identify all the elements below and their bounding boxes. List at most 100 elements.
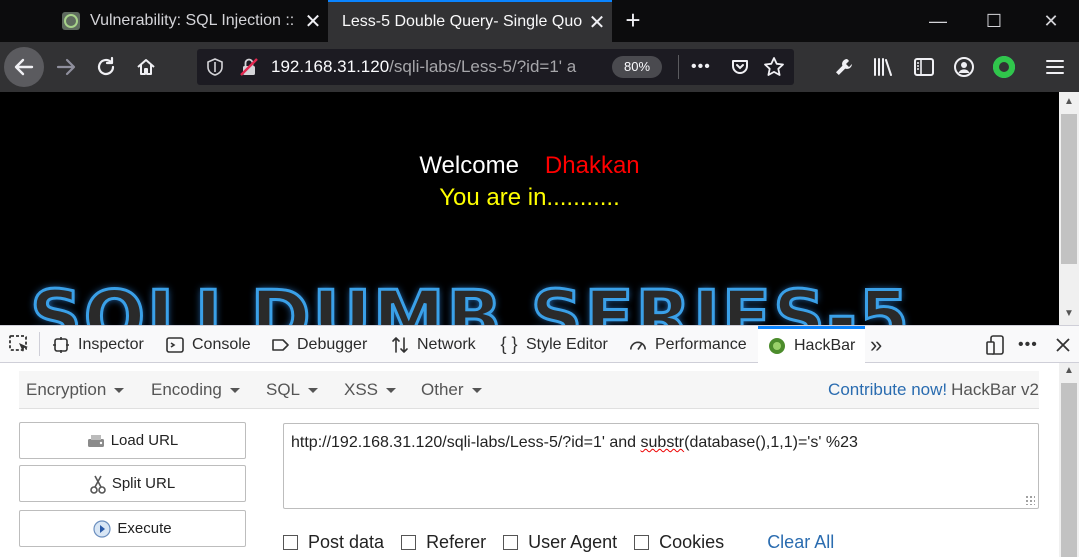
forward-arrow-icon	[56, 58, 76, 76]
forward-button[interactable]	[46, 47, 86, 87]
zoom-indicator[interactable]: 80%	[612, 56, 662, 78]
menu-encoding[interactable]: Encoding	[151, 371, 240, 409]
post-data-checkbox[interactable]: Post data	[283, 532, 384, 553]
tab-label: Performance	[655, 335, 747, 353]
user-agent-checkbox[interactable]: User Agent	[503, 532, 617, 553]
chevron-down-icon	[308, 388, 319, 394]
checkbox-label: User Agent	[528, 531, 618, 552]
load-url-button[interactable]: Load URL	[19, 422, 246, 459]
scrollbar-thumb[interactable]	[1061, 383, 1077, 557]
menu-encryption[interactable]: Encryption	[26, 371, 125, 409]
address-bar[interactable]: 192.168.31.120/sqli-labs/Less-5/?id=1' a…	[197, 49, 794, 85]
tab-style-editor[interactable]: { } Style Editor	[500, 326, 608, 363]
account-icon[interactable]	[953, 56, 975, 78]
insecure-lock-icon[interactable]	[239, 57, 259, 77]
hackbar-version: HackBar v2	[951, 380, 1039, 399]
tab-debugger[interactable]: Debugger	[271, 326, 367, 363]
page-actions-button[interactable]: •••	[691, 49, 711, 85]
checkbox-box[interactable]	[634, 534, 650, 550]
scroll-up-arrow[interactable]: ▲	[1059, 365, 1079, 376]
menu-label: Encryption	[26, 380, 107, 399]
style-editor-icon: { }	[500, 334, 518, 354]
debugger-icon	[271, 336, 289, 354]
pocket-icon[interactable]	[730, 57, 750, 77]
contribute-area: Contribute now! HackBar v2	[828, 371, 1039, 409]
checkbox-label: Referer	[426, 531, 487, 552]
referer-checkbox[interactable]: Referer	[401, 532, 486, 553]
url-text[interactable]: 192.168.31.120/sqli-labs/Less-5/?id=1' a	[271, 49, 601, 85]
tab-hackbar[interactable]: HackBar	[758, 326, 865, 363]
dvwa-favicon-icon	[62, 12, 80, 30]
tab-less-5[interactable]: Less-5 Double Query- Single Quo ✕	[328, 0, 612, 42]
close-tab-icon[interactable]: ✕	[298, 9, 328, 34]
menu-other[interactable]: Other	[421, 371, 482, 409]
menu-xss[interactable]: XSS	[344, 371, 397, 409]
tab-network[interactable]: Network	[391, 326, 476, 363]
tab-label: Style Editor	[526, 335, 608, 353]
maximize-button[interactable]: ☐	[966, 0, 1022, 42]
page-viewport: Welcome Dhakkan You are in........... SQL…	[0, 92, 1059, 325]
checkbox-box[interactable]	[401, 534, 417, 550]
clear-all-link[interactable]: Clear All	[767, 532, 834, 553]
page-scrollbar[interactable]: ▲ ▼	[1059, 92, 1079, 325]
status-message: You are in...........	[439, 184, 620, 211]
hackbar-url-textarea[interactable]: http://192.168.31.120/sqli-labs/Less-5/?…	[283, 423, 1039, 509]
hackbar-panel: Encryption Encoding SQL XSS Other Contri…	[0, 363, 1059, 557]
hackbar-icon	[768, 337, 786, 355]
load-url-icon	[87, 433, 105, 449]
wrench-icon[interactable]	[833, 56, 855, 78]
scissors-icon	[90, 474, 106, 494]
chevron-down-icon	[114, 388, 125, 394]
split-url-button[interactable]: Split URL	[19, 465, 246, 502]
tab-label: Inspector	[78, 335, 144, 353]
reload-button[interactable]	[86, 47, 126, 87]
back-button[interactable]	[4, 47, 44, 87]
minimize-button[interactable]: —	[910, 0, 966, 42]
url-text-misspelled: substr	[640, 434, 685, 451]
button-label: Split URL	[111, 475, 176, 492]
url-path: /sqli-labs/Less-5/?id=1' a	[389, 57, 577, 76]
close-devtools-icon[interactable]	[1054, 336, 1072, 354]
series-banner-image: SQLI DUMB SERIES-5	[29, 274, 911, 326]
resize-handle-icon[interactable]	[1025, 495, 1035, 505]
sidebar-icon[interactable]	[913, 56, 935, 78]
element-picker-icon[interactable]	[9, 335, 31, 355]
tab-inspector[interactable]: Inspector	[52, 326, 144, 363]
new-tab-button[interactable]: +	[618, 4, 648, 38]
cookies-checkbox[interactable]: Cookies	[634, 532, 724, 553]
checkbox-box[interactable]	[283, 534, 298, 550]
more-tools-chevron-icon[interactable]: »	[870, 326, 882, 363]
tracking-shield-icon[interactable]	[206, 58, 224, 76]
hamburger-menu-icon[interactable]	[1044, 56, 1066, 78]
network-icon	[391, 336, 409, 354]
toolbar-divider	[39, 332, 40, 356]
console-icon	[166, 336, 184, 354]
tab-performance[interactable]: Performance	[629, 326, 747, 363]
library-icon[interactable]	[872, 56, 896, 78]
extension-green-icon[interactable]	[992, 55, 1016, 79]
tab-sql-injection[interactable]: Vulnerability: SQL Injection :: D ✕	[48, 0, 328, 42]
performance-icon	[629, 336, 647, 354]
devtools-options-icon[interactable]: •••	[1018, 326, 1038, 363]
checkbox-box[interactable]	[503, 534, 519, 550]
back-arrow-icon	[14, 58, 34, 76]
play-icon	[93, 519, 111, 538]
bookmark-star-icon[interactable]	[763, 56, 785, 78]
tab-title: Vulnerability: SQL Injection :: D	[90, 12, 298, 29]
menu-label: Other	[421, 380, 464, 399]
menu-sql[interactable]: SQL	[266, 371, 319, 409]
scroll-up-arrow[interactable]: ▲	[1059, 96, 1079, 107]
hackbar-scrollbar[interactable]: ▲	[1059, 363, 1079, 557]
execute-button[interactable]: Execute	[19, 510, 246, 547]
home-button[interactable]	[126, 47, 166, 87]
navigation-toolbar: 192.168.31.120/sqli-labs/Less-5/?id=1' a…	[0, 42, 1079, 92]
checkbox-label: Post data	[308, 531, 385, 552]
close-tab-icon[interactable]: ✕	[582, 10, 612, 35]
scroll-down-arrow[interactable]: ▼	[1059, 308, 1079, 319]
contribute-link[interactable]: Contribute now!	[828, 380, 947, 399]
responsive-design-icon[interactable]	[986, 335, 1006, 355]
scrollbar-thumb[interactable]	[1061, 114, 1077, 264]
chevron-down-icon	[229, 388, 240, 394]
close-window-button[interactable]: ✕	[1023, 0, 1079, 42]
tab-console[interactable]: Console	[166, 326, 251, 363]
